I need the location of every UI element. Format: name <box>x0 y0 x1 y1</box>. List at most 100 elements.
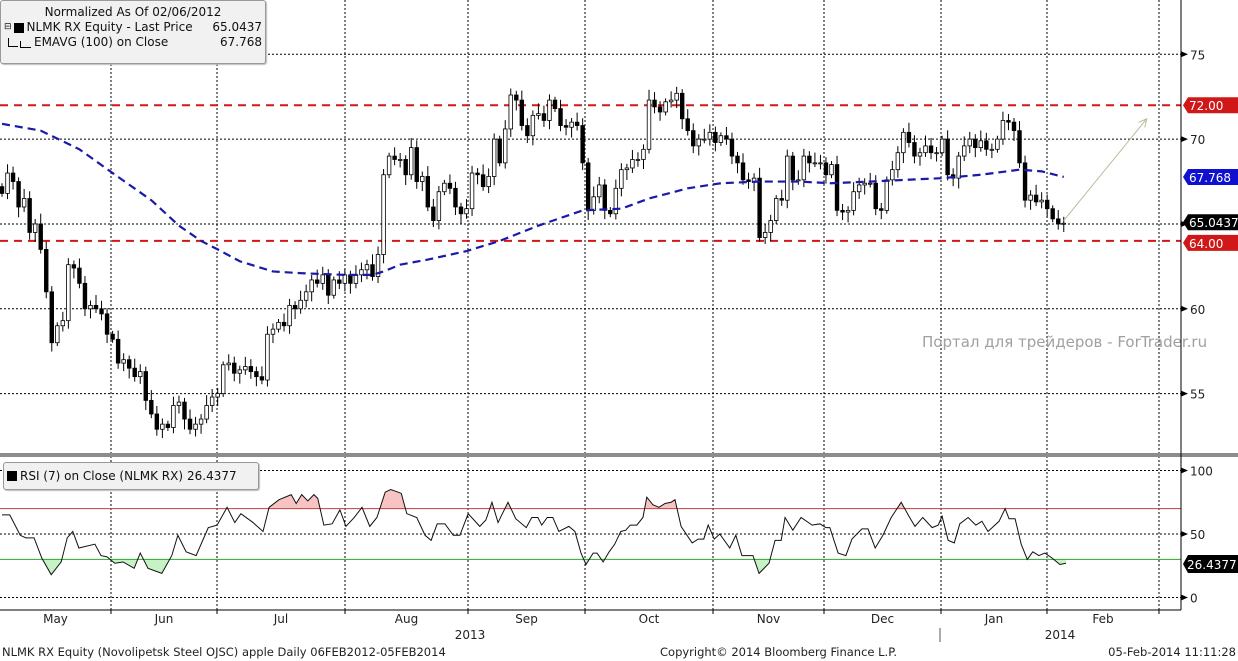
candle-body <box>912 142 917 157</box>
candle-body <box>154 413 160 430</box>
candle-body <box>646 99 652 150</box>
candle-body <box>879 208 884 211</box>
candle-body <box>187 418 193 430</box>
y-axis: 7570656055100500 <box>1181 48 1213 606</box>
chart-canvas: Портал для трейдеров - ForTrader.ru 75 70… <box>0 0 1238 659</box>
candle-body <box>298 299 303 310</box>
candle-body <box>1000 120 1006 140</box>
legend-item-ema[interactable]: EMAVG (100) on Close 67.768 <box>4 35 262 50</box>
candle-body <box>209 396 215 406</box>
candle-body <box>309 279 314 293</box>
legend-item-price[interactable]: ⊟ NLMK RX Equity - Last Price 65.0437 <box>4 20 262 35</box>
candle-body <box>337 279 342 284</box>
candle-body <box>757 177 762 238</box>
candle-body <box>873 182 878 210</box>
candle-body <box>530 114 536 137</box>
candle-body <box>856 184 862 193</box>
y-tick-label: 60 <box>1190 303 1205 317</box>
candle-body <box>1044 199 1050 210</box>
candle-body <box>353 274 359 284</box>
candle-body <box>597 184 602 198</box>
candle-body <box>326 274 331 296</box>
candle-body <box>862 182 867 186</box>
candle-body <box>270 328 276 335</box>
candle-body <box>834 164 840 211</box>
candle-body <box>906 131 912 143</box>
year-label: 2014 <box>1045 628 1076 642</box>
candle-body <box>884 179 889 211</box>
watermark: Портал для трейдеров - ForTrader.ru <box>922 333 1207 351</box>
candle-body <box>121 359 126 364</box>
tree-branch-icon <box>8 38 18 47</box>
candle-body <box>901 131 906 154</box>
candle-body <box>923 145 928 154</box>
candle-body <box>226 362 231 366</box>
candle-body <box>126 359 132 369</box>
candle-body <box>215 393 220 398</box>
candle-body <box>619 169 624 189</box>
legend-label: NLMK RX Equity - Last Price <box>26 20 193 34</box>
footer-right: 05-Feb-2014 11:11:28 <box>1108 645 1236 659</box>
candle-body <box>104 313 110 335</box>
month-label: May <box>43 612 68 626</box>
candle-body <box>342 274 348 284</box>
candle-body <box>608 209 613 215</box>
candle-body <box>818 162 823 165</box>
month-label: Jun <box>154 612 174 626</box>
resistance-tag: 72.00 <box>1189 99 1223 113</box>
candle-body <box>1056 218 1061 225</box>
candle-body <box>82 282 88 310</box>
candle-body <box>420 176 425 182</box>
month-label: Jan <box>984 612 1004 626</box>
gridlines <box>0 0 1181 610</box>
tick-arrow-icon <box>1181 136 1188 143</box>
candle-body <box>514 94 519 101</box>
candle-body <box>868 182 873 185</box>
price-legend[interactable]: Normalized As Of 02/06/2012 ⊟ NLMK RX Eq… <box>0 0 266 64</box>
candle-body <box>978 140 984 149</box>
candle-body <box>713 131 718 143</box>
rsi-legend-item: RSI (7) on Close (NLMK RX) 26.4377 <box>7 465 255 487</box>
candle-body <box>425 176 431 208</box>
candle-body <box>945 138 950 176</box>
candle-body <box>442 182 447 193</box>
ema-tag: 67.768 <box>1189 171 1231 185</box>
oversold-fill <box>2 559 1066 575</box>
candle-body <box>508 94 513 130</box>
candle-body <box>38 223 43 250</box>
candle-body <box>823 162 829 176</box>
candle-body <box>956 155 961 179</box>
candle-body <box>115 338 121 364</box>
candle-body <box>143 371 148 401</box>
legend-title: Normalized As Of 02/06/2012 <box>44 5 222 19</box>
month-label: Dec <box>871 612 894 626</box>
candle-body <box>591 196 596 211</box>
collapse-icon[interactable]: ⊟ <box>4 20 12 35</box>
candle-body <box>934 152 939 155</box>
candle-body <box>110 333 115 340</box>
rsi-last-tag: 26.4377 <box>1187 558 1237 572</box>
candle-body <box>785 155 790 201</box>
candle-body <box>93 304 99 310</box>
candle-body <box>729 138 735 157</box>
rsi-legend[interactable]: RSI (7) on Close (NLMK RX) 26.4377 <box>3 462 259 490</box>
candle-body <box>458 206 464 215</box>
candle-body <box>364 264 370 271</box>
rsi-tick-label: 0 <box>1190 592 1198 606</box>
candle-body <box>962 145 967 157</box>
panel-divider[interactable] <box>0 453 1238 457</box>
footer-left: NLMK RX Equity (Novolipetsk Steel OJSC) … <box>2 645 446 659</box>
candle-body <box>193 423 198 430</box>
candle-body <box>630 159 635 169</box>
candle-body <box>287 304 292 327</box>
candle-body <box>469 172 475 210</box>
month-label: Feb <box>1092 612 1113 626</box>
candle-body <box>890 169 895 181</box>
candle-body <box>370 264 375 277</box>
tick-arrow-icon <box>1181 531 1188 537</box>
candle-body <box>724 135 729 140</box>
candle-body <box>740 162 746 181</box>
candle-body <box>5 172 10 194</box>
rsi-tick-label: 50 <box>1190 528 1205 542</box>
candle-body <box>685 118 690 132</box>
